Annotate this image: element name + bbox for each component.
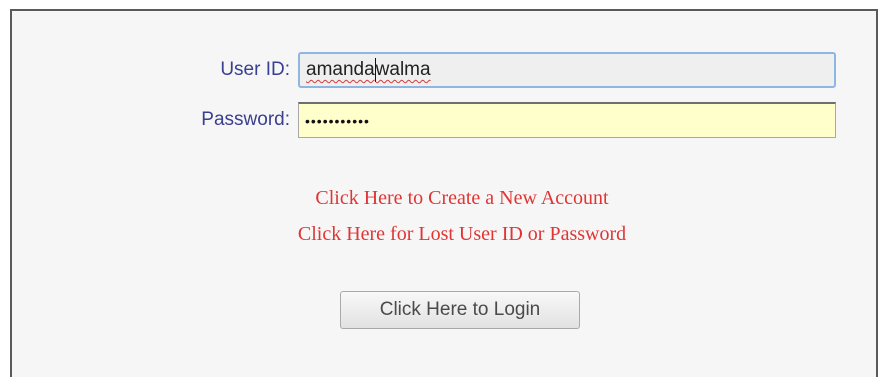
password-label: Password: — [201, 109, 290, 130]
create-account-link[interactable]: Click Here to Create a New Account — [12, 187, 895, 210]
login-button[interactable]: Click Here to Login — [340, 291, 580, 329]
login-panel: User ID: amandawalma Password: •••••••••… — [10, 9, 878, 377]
user-id-value-before-caret: amanda — [306, 59, 375, 81]
password-masked-value: ••••••••••• — [305, 112, 370, 129]
user-id-input[interactable]: amandawalma — [298, 52, 836, 88]
lost-credentials-link[interactable]: Click Here for Lost User ID or Password — [12, 223, 895, 246]
user-id-label: User ID: — [220, 59, 290, 80]
user-id-value: amandawalma — [306, 58, 431, 82]
password-input[interactable]: ••••••••••• — [298, 102, 836, 138]
user-id-value-after-caret: walma — [375, 59, 431, 81]
